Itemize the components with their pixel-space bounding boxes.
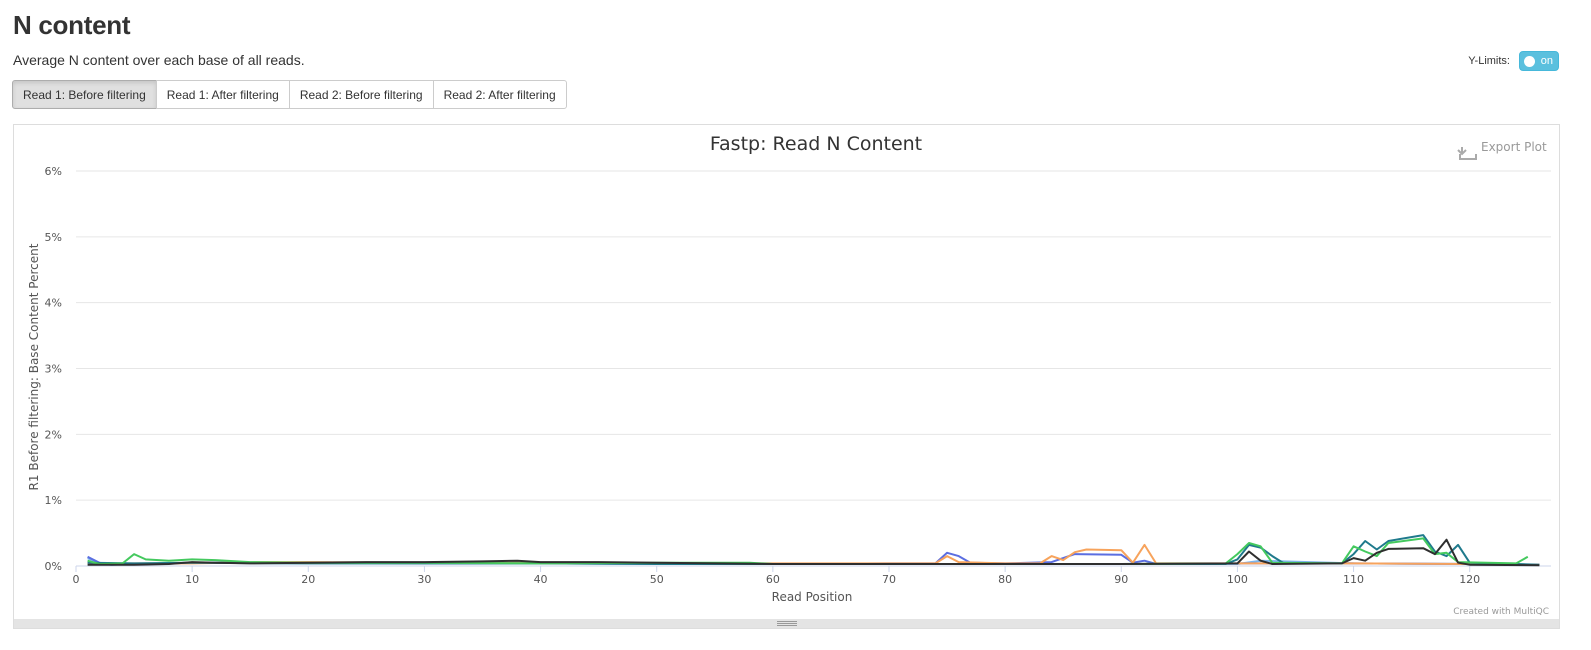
export-plot-label: Export Plot <box>1481 140 1547 154</box>
tab-read1-after[interactable]: Read 1: After filtering <box>155 80 290 109</box>
toggle-knob-icon <box>1524 56 1535 67</box>
section-title: N content <box>13 10 131 40</box>
x-tick-label: 50 <box>650 573 664 586</box>
section-description: Average N content over each base of all … <box>13 52 305 68</box>
x-tick-label: 70 <box>882 573 896 586</box>
x-tick-label: 10 <box>185 573 199 586</box>
x-tick-label: 120 <box>1459 573 1480 586</box>
ylimits-label: Y-Limits: <box>1468 55 1510 67</box>
x-tick-label: 100 <box>1227 573 1248 586</box>
plot-resize-handle[interactable] <box>13 619 1560 629</box>
x-axis-label: Read Position <box>772 590 853 604</box>
series-line-5[interactable] <box>87 537 1529 565</box>
ylimits-control: Y-Limits: on <box>1468 51 1559 71</box>
y-tick-label: 2% <box>45 428 62 441</box>
y-axis-label: R1 Before filtering: Base Content Percen… <box>27 243 41 490</box>
chart-title: Fastp: Read N Content <box>710 133 922 155</box>
x-tick-label: 40 <box>534 573 548 586</box>
x-axis-ticks: 0 10 20 30 40 50 60 70 80 90 100 110 120 <box>73 566 1480 586</box>
y-tick-label: 1% <box>45 494 62 507</box>
y-tick-label: 4% <box>45 297 62 310</box>
x-tick-label: 20 <box>301 573 315 586</box>
ylimits-toggle-state: on <box>1540 55 1553 67</box>
x-tick-label: 80 <box>998 573 1012 586</box>
read-tabs: Read 1: Before filtering Read 1: After f… <box>12 80 567 109</box>
ylimits-toggle[interactable]: on <box>1519 51 1559 71</box>
y-tick-label: 3% <box>45 363 62 376</box>
chart-series <box>87 534 1540 567</box>
plot-container: Fastp: Read N Content Export Plot 0% 1% 2%… <box>13 124 1560 629</box>
export-plot-button[interactable]: Export Plot <box>1457 140 1547 160</box>
x-tick-label: 60 <box>766 573 780 586</box>
series-line-4[interactable] <box>87 534 1540 566</box>
x-tick-label: 110 <box>1343 573 1364 586</box>
resize-grip-icon <box>777 621 797 626</box>
multiqc-credit: Created with MultiQC <box>1453 607 1549 617</box>
x-tick-label: 30 <box>417 573 431 586</box>
tab-read2-after[interactable]: Read 2: After filtering <box>432 80 567 109</box>
y-tick-label: 5% <box>45 231 62 244</box>
y-tick-label: 6% <box>45 165 62 178</box>
y-axis-ticks: 0% 1% 2% 3% 4% 5% 6% <box>45 165 62 573</box>
tab-read2-before[interactable]: Read 2: Before filtering <box>288 80 434 109</box>
n-content-chart: Fastp: Read N Content Export Plot 0% 1% 2%… <box>27 133 1551 617</box>
tab-read1-before[interactable]: Read 1: Before filtering <box>12 80 157 109</box>
x-tick-label: 90 <box>1114 573 1128 586</box>
y-tick-label: 0% <box>45 560 62 573</box>
chart-grid <box>76 170 1551 567</box>
x-tick-label: 0 <box>73 573 80 586</box>
download-icon <box>1457 147 1477 160</box>
